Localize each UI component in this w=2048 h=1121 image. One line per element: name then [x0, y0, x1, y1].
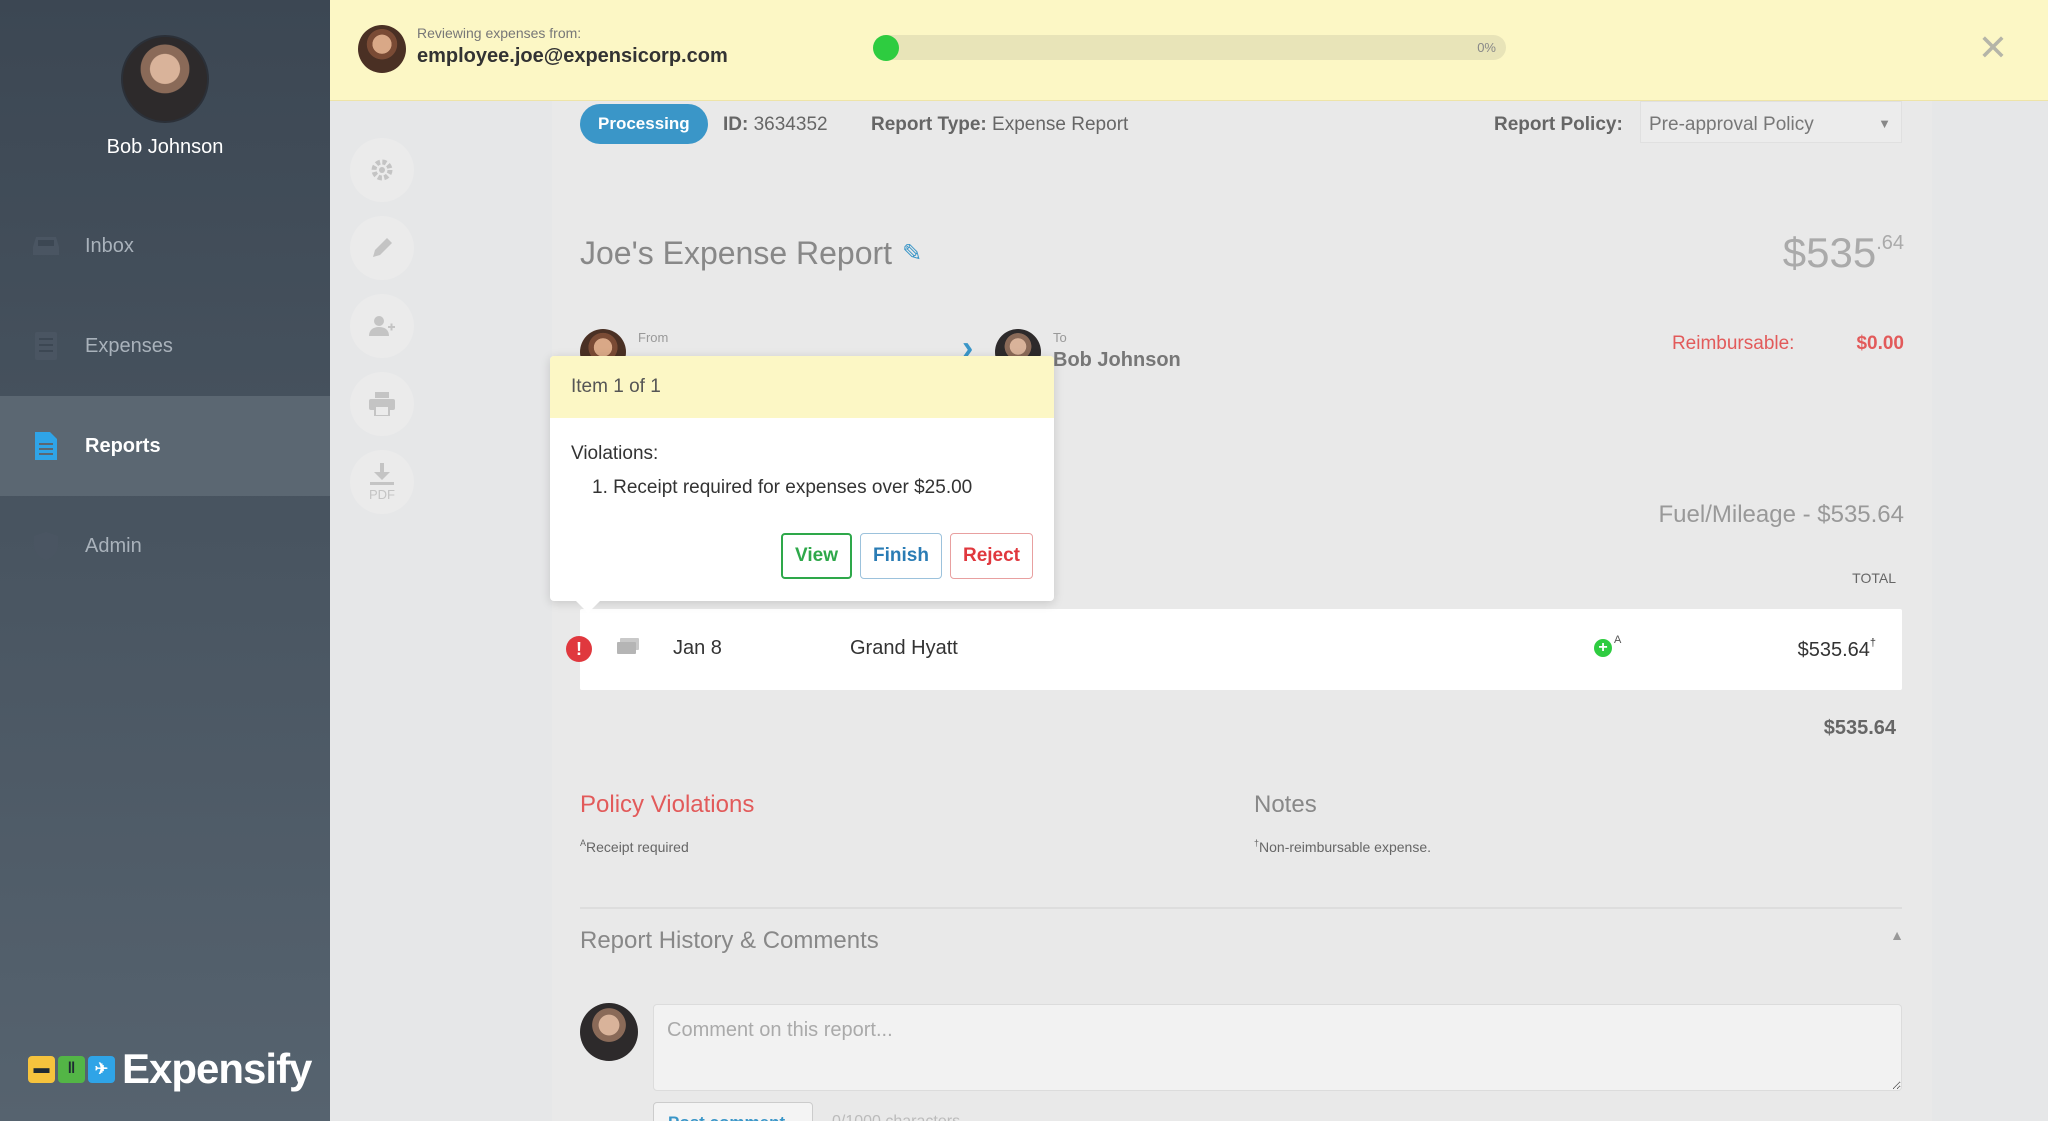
report-panel: Processing ID: 3634352 Report Type: Expe…: [552, 101, 1932, 1121]
settings-button[interactable]: [350, 138, 414, 202]
commenter-avatar: [580, 1003, 638, 1061]
report-policy-value: Pre-approval Policy: [1649, 114, 1814, 135]
download-icon: [370, 462, 394, 485]
report-total-main: $535: [1782, 229, 1877, 276]
action-rail: PDF: [350, 138, 416, 528]
notes-title: Notes: [1254, 791, 1317, 818]
category-header: Fuel/Mileage - $535.64: [1658, 501, 1904, 528]
plus-icon[interactable]: +: [1594, 639, 1612, 657]
report-total-cents: .64: [1876, 232, 1904, 254]
cash-icon: [617, 638, 639, 654]
notes-note: †Non-reimbursable expense.: [1254, 838, 1431, 855]
report-id-label: ID:: [723, 114, 749, 135]
user-avatar[interactable]: [121, 35, 209, 123]
violation-marker: A: [1614, 634, 1622, 646]
violation-popover: Item 1 of 1 Violations: 1. Receipt requi…: [550, 356, 1054, 613]
reject-button[interactable]: Reject: [949, 533, 1033, 579]
shield-icon: [32, 532, 60, 560]
inbox-icon: [32, 232, 60, 260]
pencil-icon: [373, 238, 392, 257]
document-icon: [32, 432, 60, 460]
caret-down-icon: ▼: [1878, 116, 1891, 131]
report-total: $535.64: [1783, 229, 1904, 277]
sidebar-item-admin[interactable]: Admin: [0, 496, 330, 596]
sidebar-item-inbox[interactable]: Inbox: [0, 196, 330, 296]
report-type-value: Expense Report: [992, 114, 1129, 135]
violation-item: 1. Receipt required for expenses over $2…: [592, 477, 973, 498]
download-pdf-button[interactable]: PDF: [350, 450, 414, 514]
popover-header: Item 1 of 1: [550, 356, 1054, 418]
sidebar-item-label: Inbox: [85, 234, 134, 257]
edit-button[interactable]: [350, 216, 414, 280]
popover-tail: [576, 601, 600, 613]
banner-label: Reviewing expenses from:: [417, 25, 582, 41]
report-policy-select[interactable]: Pre-approval Policy ▼: [1640, 101, 1902, 143]
report-id: ID: 3634352: [723, 114, 828, 136]
sidebar-item-label: Expenses: [85, 334, 173, 357]
user-name: Bob Johnson: [106, 136, 224, 158]
sidebar-item-label: Reports: [85, 434, 161, 457]
table-row[interactable]: ! Jan 8 Grand Hyatt + A $535.64†: [566, 609, 1902, 690]
error-icon[interactable]: !: [566, 636, 592, 662]
progress-text: 0%: [1477, 40, 1496, 55]
report-title: Joe's Expense Report: [580, 235, 893, 271]
receipt-icon: [32, 332, 60, 360]
reimbursable: Reimbursable: $0.00: [1672, 333, 1904, 355]
amount-marker: †: [1869, 637, 1876, 649]
report-type-label: Report Type:: [871, 114, 987, 135]
violations-label: Violations:: [571, 443, 659, 464]
sidebar-item-expenses[interactable]: Expenses: [0, 296, 330, 396]
total-column-header: TOTAL: [1852, 570, 1896, 586]
report-title-wrap: Joe's Expense Report ✎: [580, 235, 922, 272]
policy-violation-note: AReceipt required: [580, 838, 689, 855]
popover-actions: View Finish Reject: [781, 533, 1033, 579]
report-id-value: 3634352: [753, 114, 828, 135]
expense-amount: $535.64†: [1797, 637, 1876, 661]
fork-knife-icon: ‖: [58, 1055, 85, 1083]
review-banner: Reviewing expenses from: employee.joe@ex…: [330, 0, 2048, 101]
plane-icon: ✈: [88, 1055, 115, 1083]
status-badge[interactable]: Processing: [580, 104, 708, 144]
print-button[interactable]: [350, 372, 414, 436]
car-icon: ▬: [28, 1055, 55, 1083]
expensify-logo: ▬ ‖ ✈ Expensify: [28, 1045, 312, 1093]
review-progress-bar: 0%: [873, 35, 1506, 61]
report-type: Report Type: Expense Report: [871, 114, 1128, 136]
report-policy-label: Report Policy:: [1494, 114, 1623, 135]
reimbursable-label: Reimbursable:: [1671, 333, 1795, 354]
to-name: Bob Johnson: [1053, 349, 1181, 371]
subtotal: $535.64: [1823, 717, 1896, 739]
history-title: Report History & Comments: [580, 927, 879, 954]
finish-button[interactable]: Finish: [860, 533, 942, 579]
printer-icon: [369, 392, 395, 416]
expense-merchant: Grand Hyatt: [850, 637, 958, 659]
banner-email: employee.joe@expensicorp.com: [417, 45, 728, 67]
divider: [580, 907, 1902, 909]
expense-date: Jan 8: [673, 637, 722, 659]
reimbursable-value: $0.00: [1856, 333, 1904, 354]
sidebar-nav: Inbox Expenses Reports Admin: [0, 196, 330, 596]
to-label: To: [1053, 330, 1067, 345]
from-label: From: [638, 330, 669, 345]
gear-icon: [371, 159, 393, 181]
progress-indicator: [873, 35, 899, 61]
sidebar-item-label: Admin: [85, 534, 142, 557]
popover-body: Violations: 1. Receipt required for expe…: [550, 418, 1054, 499]
close-icon[interactable]: ✕: [1978, 30, 2008, 66]
comment-input[interactable]: [653, 1004, 1902, 1091]
add-user-button[interactable]: [350, 294, 414, 358]
post-comment-button[interactable]: Post comment: [653, 1102, 813, 1121]
sidebar: Bob Johnson Inbox Expenses Reports Admin: [0, 0, 330, 1121]
pdf-label: PDF: [369, 486, 395, 502]
employee-avatar: [358, 25, 406, 73]
policy-violations-title: Policy Violations: [580, 791, 755, 818]
add-user-icon: [369, 316, 395, 336]
sidebar-item-reports[interactable]: Reports: [0, 396, 330, 496]
pencil-icon[interactable]: ✎: [902, 239, 922, 268]
view-button[interactable]: View: [781, 533, 853, 579]
chevron-up-icon[interactable]: ▲: [1890, 927, 1904, 943]
logo-text: Expensify: [122, 1045, 312, 1092]
char-count: 0/1000 characters: [832, 1113, 960, 1121]
